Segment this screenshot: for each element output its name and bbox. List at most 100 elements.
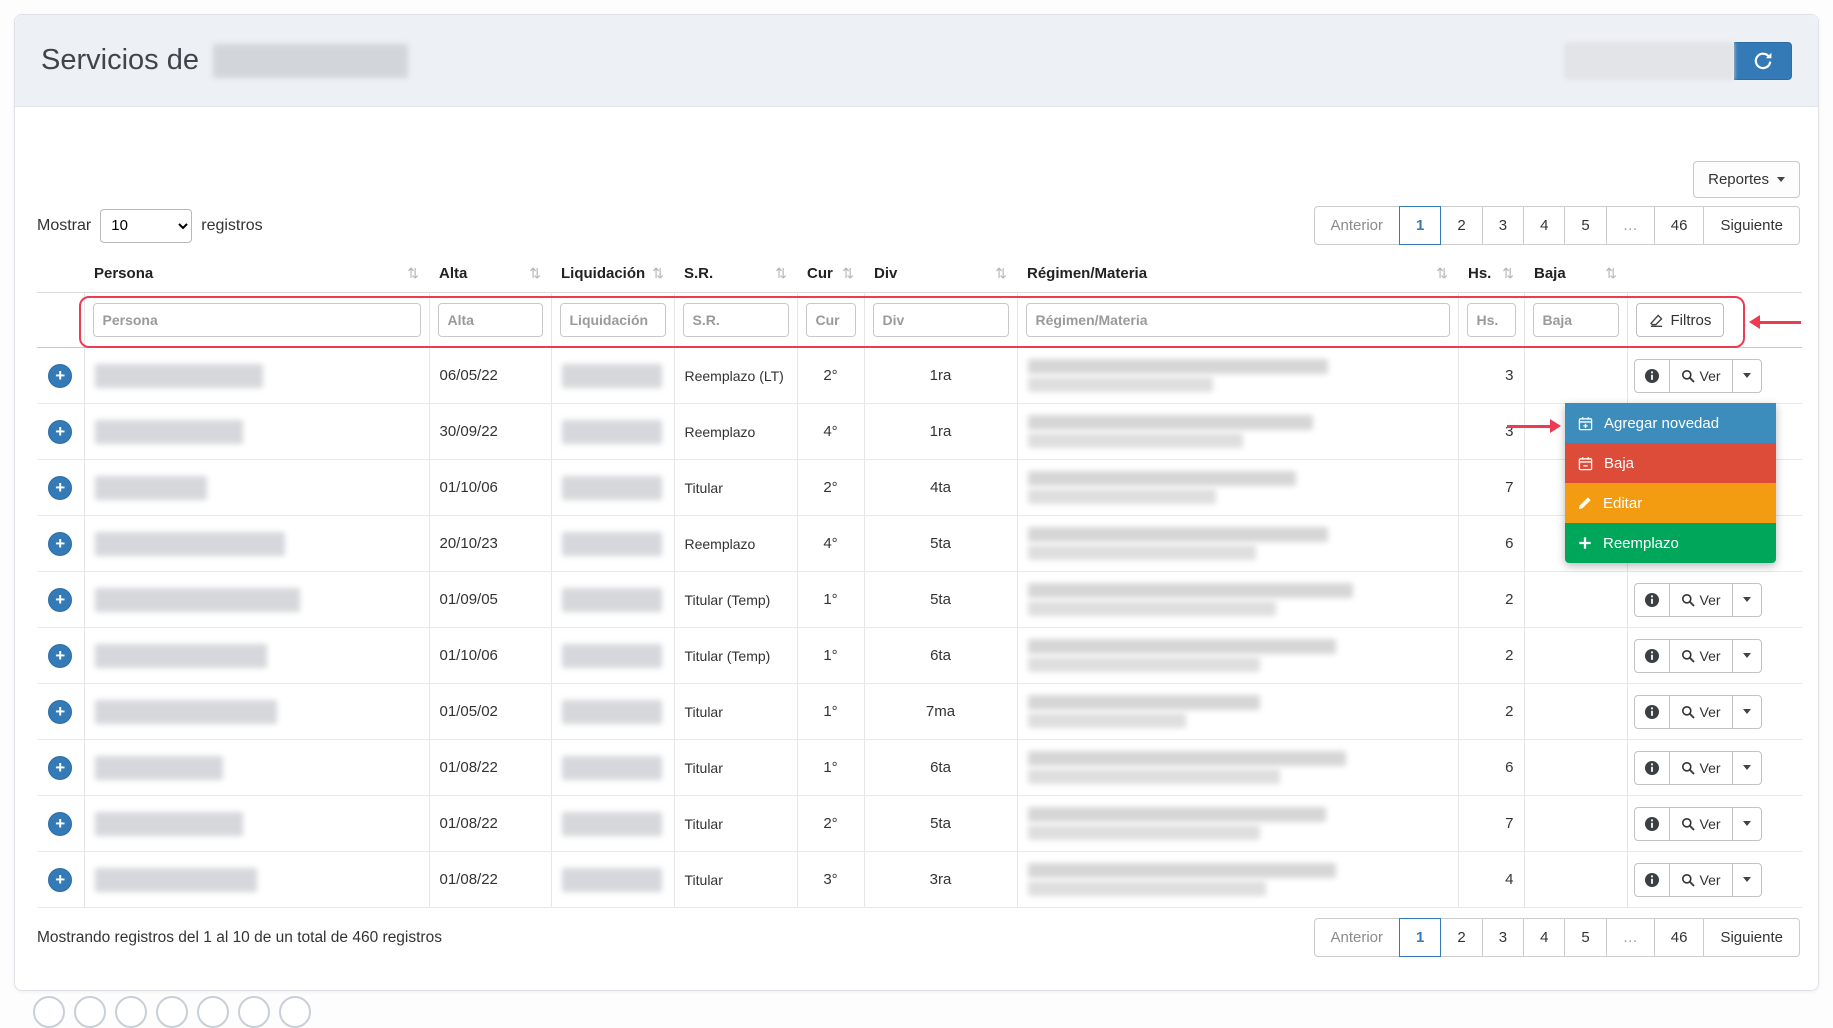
info-button[interactable] [1634,695,1670,729]
cell-expand: + [37,572,84,628]
expand-row-button[interactable]: + [48,588,72,612]
pagination-page-1[interactable]: 1 [1399,918,1441,957]
pagination-ellipsis[interactable]: … [1606,918,1655,957]
pagination-next[interactable]: Siguiente [1703,918,1800,957]
ver-button[interactable]: Ver [1669,807,1733,841]
pagination-page-46[interactable]: 46 [1654,206,1705,245]
info-button[interactable] [1634,639,1670,673]
cropped-toolbar-button[interactable] [156,996,188,1028]
filter-input-s-r[interactable] [683,303,789,337]
ver-button[interactable]: Ver [1669,639,1733,673]
row-menu-button[interactable] [1732,863,1762,897]
column-header-baja[interactable]: Baja⇅ [1524,253,1627,293]
pagination-next[interactable]: Siguiente [1703,206,1800,245]
pagination-page-5[interactable]: 5 [1564,206,1606,245]
column-header-cur[interactable]: Cur⇅ [797,253,864,293]
expand-row-button[interactable]: + [48,476,72,500]
info-button[interactable] [1634,863,1670,897]
pagination-page-2[interactable]: 2 [1440,206,1482,245]
redacted-liquidacion [562,476,662,500]
info-icon [1644,704,1660,720]
info-icon [1644,872,1660,888]
cropped-toolbar-button[interactable] [115,996,147,1028]
pagination-ellipsis[interactable]: … [1606,206,1655,245]
menu-item-editar[interactable]: Editar [1565,483,1776,523]
info-button[interactable] [1634,359,1670,393]
filtros-button[interactable]: Filtros [1636,303,1725,337]
filter-input-alta[interactable] [438,303,543,337]
ver-button[interactable]: Ver [1669,583,1733,617]
cell-cur: 4° [797,404,864,460]
magnifier-icon [1681,817,1695,831]
info-button[interactable] [1634,583,1670,617]
filter-cell [797,293,864,348]
filter-input-r-gimen-materia[interactable] [1026,303,1450,337]
redacted-regimen [1028,859,1448,900]
row-menu-button[interactable] [1732,359,1762,393]
pagination-previous[interactable]: Anterior [1314,918,1401,957]
sort-icon: ⇅ [1432,265,1448,282]
pagination-page-2[interactable]: 2 [1440,918,1482,957]
row-menu-button[interactable] [1732,695,1762,729]
row-menu-button[interactable] [1732,751,1762,785]
cropped-toolbar-button[interactable] [33,996,65,1028]
expand-row-button[interactable]: + [48,420,72,444]
expand-row-button[interactable]: + [48,868,72,892]
column-header-r-gimen-materia[interactable]: Régimen/Materia⇅ [1017,253,1458,293]
reportes-button[interactable]: Reportes [1693,161,1800,198]
cell-persona [84,628,429,684]
caret-down-icon [1743,373,1751,378]
redacted-header-input[interactable] [1564,42,1734,80]
column-header-div[interactable]: Div⇅ [864,253,1017,293]
column-header-liquidaci-n[interactable]: Liquidación⇅ [551,253,674,293]
ver-label: Ver [1700,648,1721,664]
row-menu-button[interactable] [1732,807,1762,841]
ver-button[interactable]: Ver [1669,359,1733,393]
info-button[interactable] [1634,751,1670,785]
row-menu-button[interactable] [1732,583,1762,617]
row-menu-button[interactable] [1732,639,1762,673]
pagination-page-3[interactable]: 3 [1482,918,1524,957]
filter-input-hs[interactable] [1467,303,1516,337]
pagination-previous[interactable]: Anterior [1314,206,1401,245]
pagination-page-1[interactable]: 1 [1399,206,1441,245]
cropped-toolbar-button[interactable] [74,996,106,1028]
ver-button[interactable]: Ver [1669,751,1733,785]
ver-button[interactable]: Ver [1669,695,1733,729]
column-header-persona[interactable]: Persona⇅ [84,253,429,293]
refresh-button[interactable] [1734,42,1792,80]
column-header-s-r[interactable]: S.R.⇅ [674,253,797,293]
filter-input-baja[interactable] [1533,303,1619,337]
expand-row-button[interactable]: + [48,364,72,388]
pagination-page-4[interactable]: 4 [1523,206,1565,245]
ver-button[interactable]: Ver [1669,863,1733,897]
pagination-page-4[interactable]: 4 [1523,918,1565,957]
cell-liquidacion [551,348,674,404]
filter-input-persona[interactable] [93,303,421,337]
cropped-toolbar-button[interactable] [279,996,311,1028]
expand-row-button[interactable]: + [48,532,72,556]
column-header-hs[interactable]: Hs.⇅ [1458,253,1524,293]
expand-row-button[interactable]: + [48,812,72,836]
cell-div: 6ta [864,740,1017,796]
expand-row-button[interactable]: + [48,756,72,780]
info-button[interactable] [1634,807,1670,841]
pagination-page-46[interactable]: 46 [1654,918,1705,957]
expand-row-button[interactable]: + [48,700,72,724]
pagination-page-5[interactable]: 5 [1564,918,1606,957]
menu-item-reemplazo[interactable]: Reemplazo [1565,523,1776,563]
cell-regimen [1017,404,1458,460]
column-header-alta[interactable]: Alta⇅ [429,253,551,293]
pagination-page-3[interactable]: 3 [1482,206,1524,245]
redacted-title-text [213,44,408,78]
menu-item-baja[interactable]: Baja [1565,443,1776,483]
filter-input-cur[interactable] [806,303,856,337]
cropped-toolbar-button[interactable] [238,996,270,1028]
filter-input-liquidaci-n[interactable] [560,303,666,337]
cropped-toolbar-button[interactable] [197,996,229,1028]
menu-item-agregar-novedad[interactable]: Agregar novedad [1565,403,1776,443]
cell-cur: 1° [797,572,864,628]
page-length-select[interactable]: 10 [100,209,192,243]
filter-input-div[interactable] [873,303,1009,337]
expand-row-button[interactable]: + [48,644,72,668]
